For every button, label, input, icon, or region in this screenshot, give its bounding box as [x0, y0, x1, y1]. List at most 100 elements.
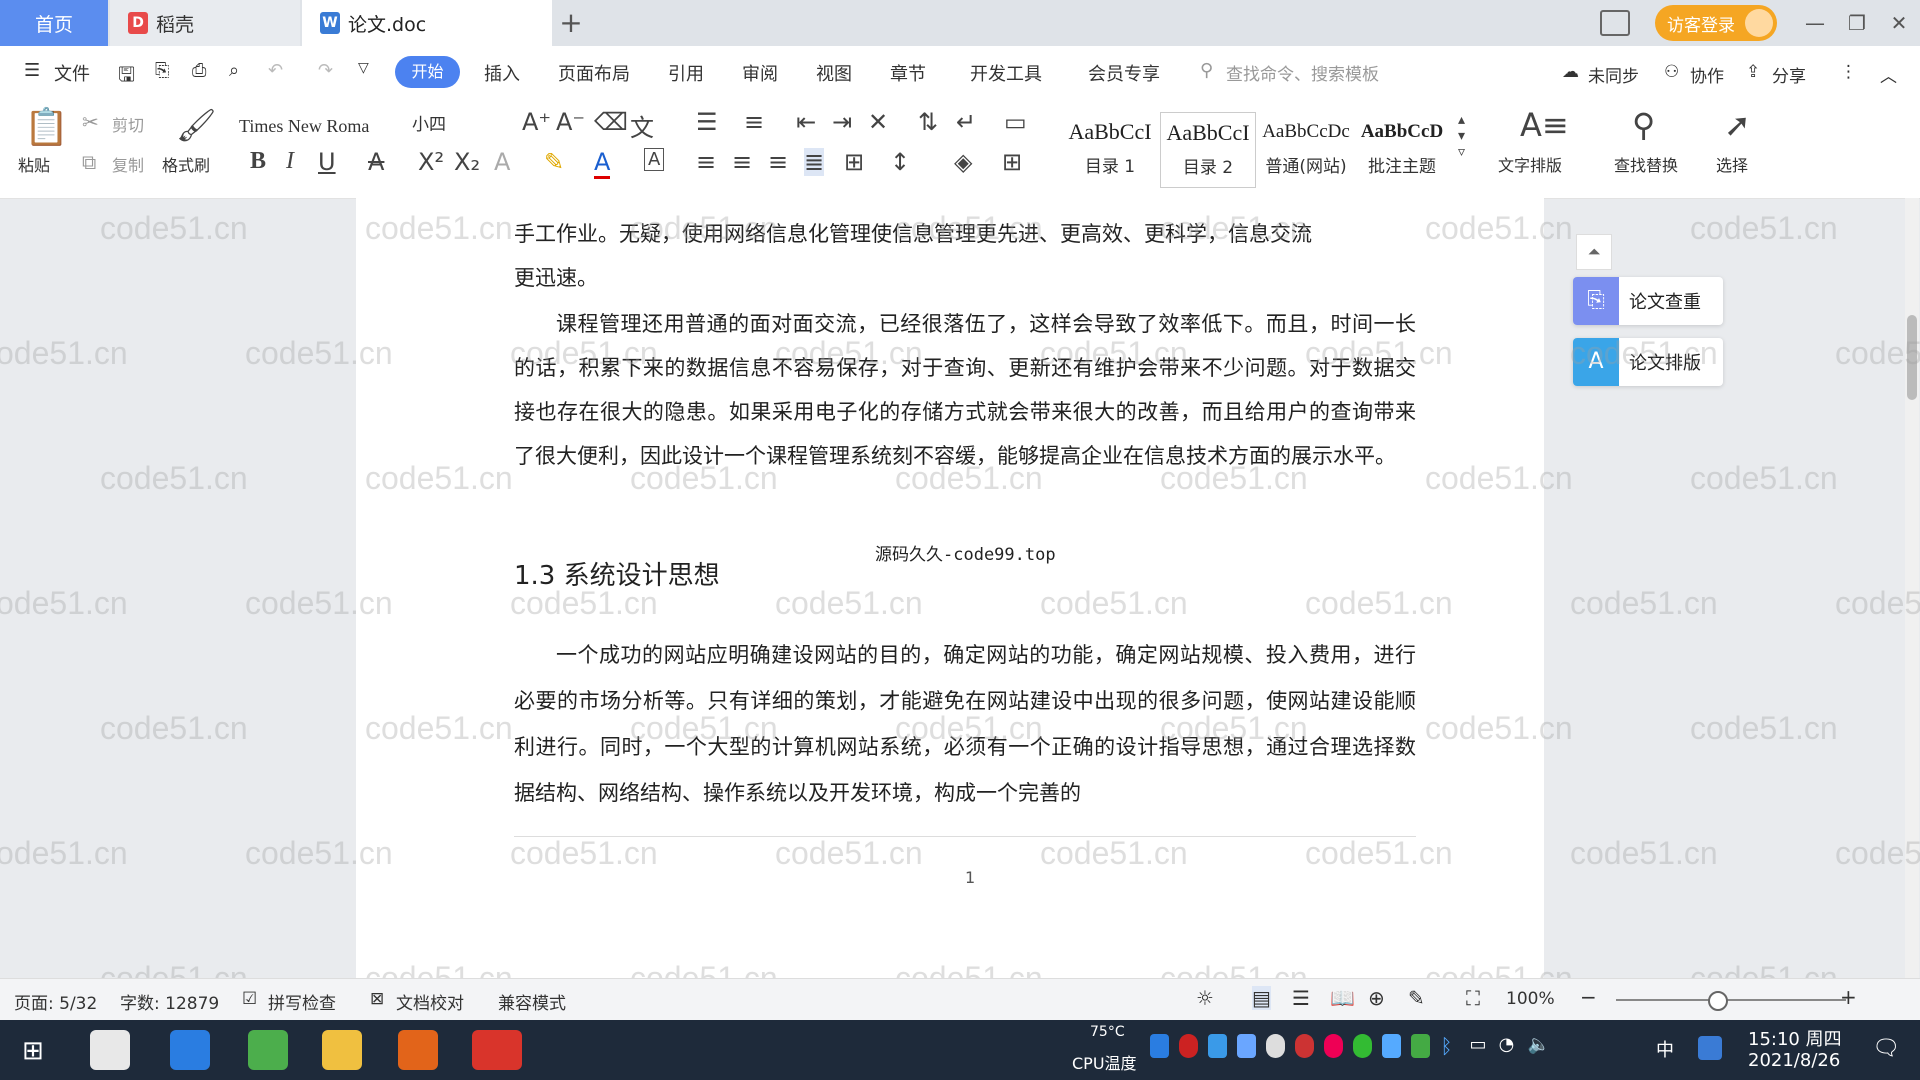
tray-icon[interactable] [1324, 1034, 1344, 1058]
browser-icon[interactable] [248, 1030, 288, 1070]
tray-icon[interactable] [1382, 1034, 1402, 1058]
save-icon[interactable]: 🖫 [118, 60, 135, 94]
paragraph[interactable]: 课程管理还用普通的面对面交流，已经很落伍了，这样会导致了效率低下。而且，时间一长… [514, 302, 1416, 478]
bullet-list-icon[interactable]: ☰ [696, 108, 718, 136]
minimize-icon[interactable]: — [1800, 8, 1830, 38]
clear-format-icon[interactable]: ⌫ [594, 108, 628, 136]
numbered-list-icon[interactable]: ≡ [744, 108, 764, 136]
redo-icon[interactable]: ↷ [318, 60, 333, 81]
text-layout-button[interactable]: 文字排版 [1498, 152, 1562, 176]
zoom-level[interactable]: 100% [1506, 989, 1555, 1009]
collab-button[interactable]: 协作 [1690, 62, 1724, 87]
menu-developer[interactable]: 开发工具 [970, 60, 1042, 86]
show-marks-icon[interactable]: ↵ [956, 108, 976, 136]
file-explorer-icon[interactable] [322, 1030, 362, 1070]
command-search-input[interactable]: 查找命令、搜索模板 [1226, 60, 1379, 85]
copy-button[interactable]: 复制 [112, 152, 144, 176]
ruler-icon[interactable]: ▭ [1004, 108, 1027, 136]
menu-page-layout[interactable]: 页面布局 [558, 60, 630, 86]
new-tab-button[interactable]: + [556, 6, 586, 40]
more-icon[interactable]: ⋮ [1840, 62, 1857, 82]
print-icon[interactable]: ⎙ [192, 60, 206, 81]
menu-review[interactable]: 审阅 [742, 60, 778, 86]
zoom-out-icon[interactable]: − [1580, 985, 1597, 1009]
section-heading[interactable]: 1.3 系统设计思想 [514, 555, 720, 592]
menu-file[interactable]: 文件 [54, 60, 90, 86]
tray-icon[interactable] [1353, 1034, 1373, 1058]
hamburger-icon[interactable]: ☰ [24, 60, 40, 81]
align-right-icon[interactable]: ≡ [768, 148, 788, 176]
notification-icon[interactable]: 🗨 [1872, 1036, 1900, 1061]
format-painter-icon[interactable]: 🖌 [176, 106, 217, 144]
highlight-icon[interactable]: ✎ [544, 148, 564, 176]
collapse-panel-icon[interactable]: ⏶ [1576, 234, 1612, 270]
grow-font-icon[interactable]: A⁺ [522, 108, 551, 136]
wifi-icon[interactable]: ◔ [1499, 1034, 1518, 1058]
italic-icon[interactable]: I [286, 148, 294, 175]
paragraph[interactable]: 手工作业。无疑，使用网络信息化管理使信息管理更先进、更高效、更科学，信息交流 更… [514, 212, 1416, 300]
align-center-icon[interactable]: ≡ [732, 148, 752, 176]
close-icon[interactable]: ✕ [1884, 8, 1914, 38]
app-icon[interactable] [90, 1030, 130, 1070]
menu-references[interactable]: 引用 [668, 60, 704, 86]
scissors-icon[interactable]: ✂ [82, 110, 99, 134]
layout-icon[interactable] [1600, 10, 1630, 36]
shading-icon[interactable]: ◈ [954, 148, 972, 176]
phonetic-icon[interactable]: 文 [630, 108, 654, 143]
superscript-icon[interactable]: X² [418, 148, 444, 176]
thesis-layout-button[interactable]: A 论文排版 [1573, 338, 1723, 386]
tray-icon[interactable] [1150, 1034, 1170, 1058]
distribute-icon[interactable]: ⊞ [844, 148, 864, 176]
proofread-button[interactable]: 文档校对 [396, 989, 464, 1014]
collapse-ribbon-icon[interactable]: ︿ [1880, 62, 1897, 87]
page-indicator[interactable]: 页面: 5/32 [14, 989, 97, 1014]
sync-status[interactable]: 未同步 [1588, 62, 1639, 87]
export-icon[interactable]: ⎘ [155, 60, 169, 81]
font-color-icon[interactable]: A [594, 148, 611, 179]
increase-indent-icon[interactable]: ⇥ [832, 108, 852, 136]
cut-button[interactable]: 剪切 [112, 112, 144, 136]
volume-icon[interactable]: 🔈 [1528, 1034, 1550, 1058]
share-button[interactable]: 分享 [1772, 62, 1806, 87]
menu-start[interactable]: 开始 [395, 56, 460, 88]
strikethrough-icon[interactable]: A [368, 148, 384, 176]
clock-date[interactable]: 2021/8/26 [1748, 1050, 1840, 1071]
chevron-down-icon[interactable]: ▽ [358, 60, 369, 76]
clock-time[interactable]: 15:10 周四 [1748, 1025, 1842, 1051]
cursor-icon[interactable]: ➚ [1724, 106, 1751, 144]
wps-icon[interactable] [472, 1030, 522, 1070]
undo-icon[interactable]: ↶ [268, 60, 283, 81]
tray-icon[interactable] [1295, 1034, 1315, 1058]
find-icon[interactable]: ⚲ [1632, 106, 1655, 144]
ime-indicator[interactable]: 中 [1656, 1036, 1674, 1062]
underline-icon[interactable]: U [318, 148, 336, 176]
outline-view-icon[interactable]: ☰ [1292, 986, 1310, 1010]
justify-icon[interactable]: ≣ [804, 148, 825, 176]
eye-protect-icon[interactable]: ☼ [1196, 986, 1214, 1010]
reading-view-icon[interactable]: 📖 [1330, 986, 1355, 1010]
qq-icon[interactable] [1698, 1036, 1722, 1060]
style-comment-subject[interactable]: AaBbCcD 批注主题 [1354, 112, 1450, 188]
font-name-select[interactable]: Times New Roma [238, 110, 410, 142]
menu-view[interactable]: 视图 [816, 60, 852, 86]
write-view-icon[interactable]: ✎ [1408, 986, 1425, 1010]
nvidia-icon[interactable] [1411, 1034, 1431, 1058]
find-replace-button[interactable]: 查找替换 [1614, 152, 1678, 176]
thesis-check-button[interactable]: ⎘ 论文查重 [1573, 277, 1723, 325]
bluetooth-icon[interactable]: ᛒ [1440, 1034, 1459, 1058]
ie-browser-icon[interactable] [170, 1030, 210, 1070]
subscript-icon[interactable]: X₂ [454, 148, 480, 176]
battery-icon[interactable]: ▭ [1470, 1034, 1489, 1058]
line-spacing-icon[interactable]: ↕ [890, 148, 910, 176]
menu-chapter[interactable]: 章节 [890, 60, 926, 86]
restore-icon[interactable]: ❐ [1842, 8, 1872, 38]
align-left-icon[interactable]: ≡ [696, 148, 716, 176]
format-painter-button[interactable]: 格式刷 [162, 152, 210, 176]
tab-document[interactable]: W 论文.doc [302, 0, 552, 46]
spell-check-button[interactable]: 拼写检查 [268, 989, 336, 1014]
chinese-layout-icon[interactable]: ✕ [868, 108, 888, 136]
text-layout-icon[interactable]: A≡ [1520, 106, 1569, 144]
copy-icon[interactable]: ⧉ [82, 150, 96, 174]
char-border-icon[interactable]: A [644, 148, 665, 171]
borders-icon[interactable]: ⊞ [1002, 148, 1022, 176]
